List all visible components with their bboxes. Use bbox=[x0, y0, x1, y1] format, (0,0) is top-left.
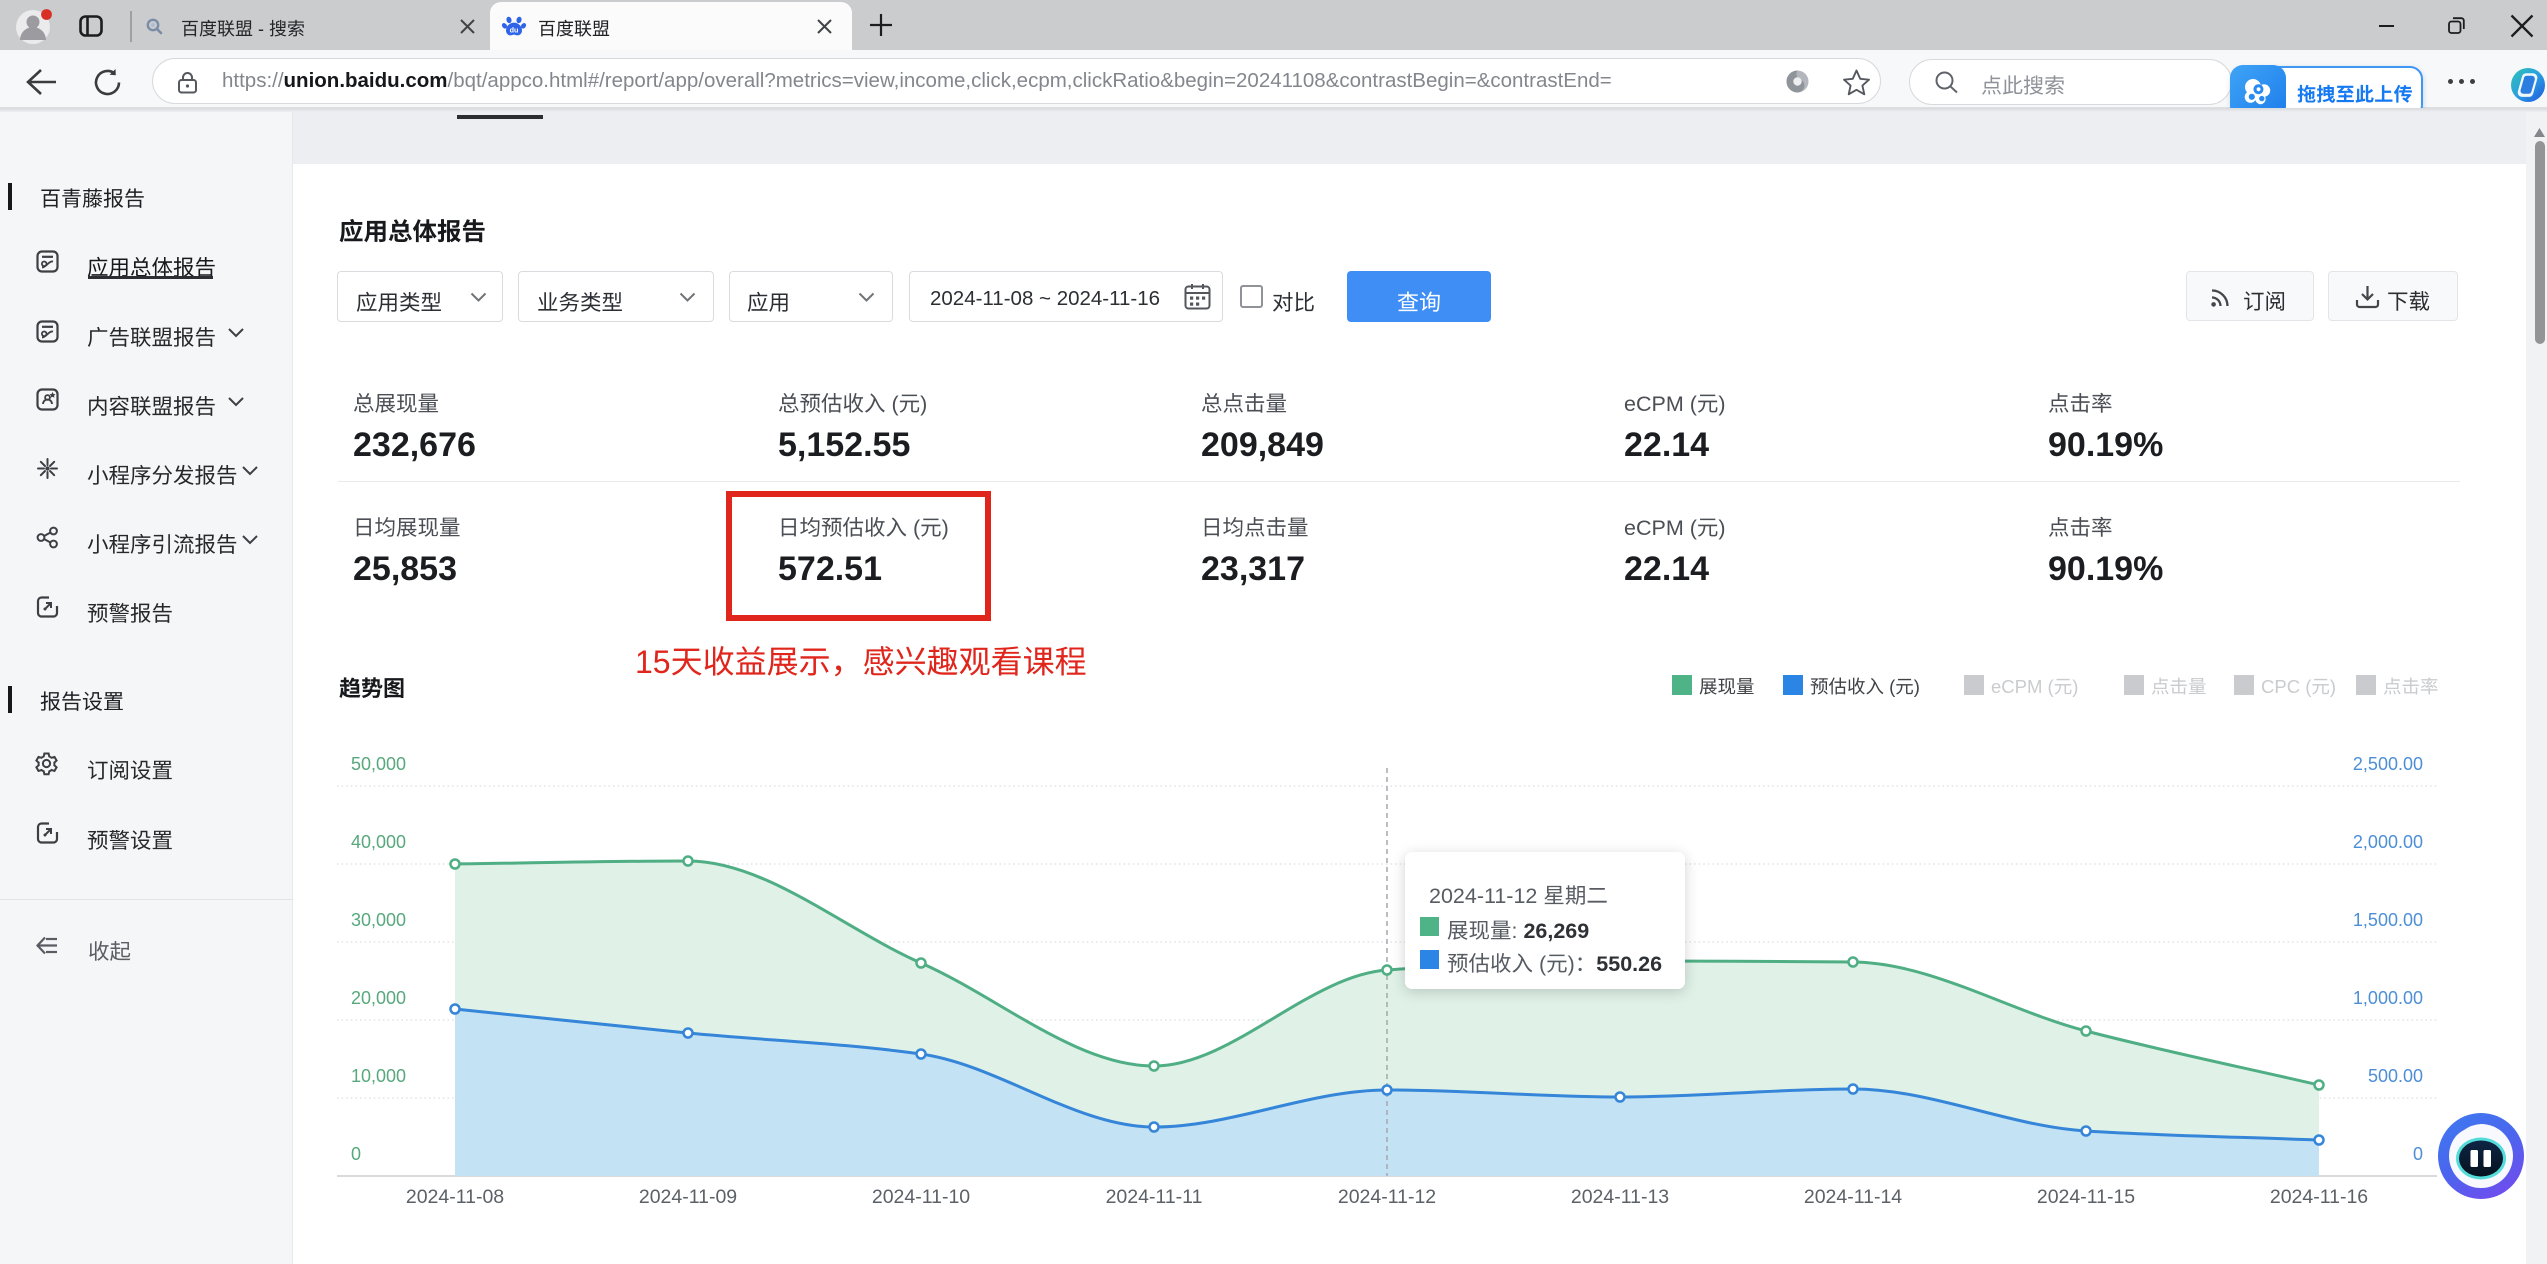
svg-text:du: du bbox=[510, 25, 519, 34]
